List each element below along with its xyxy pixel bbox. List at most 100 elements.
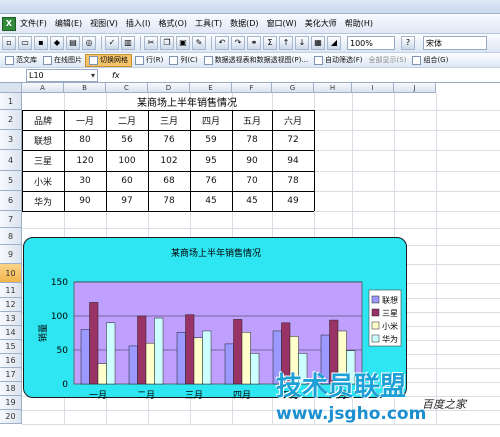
column-header[interactable]: D (148, 83, 190, 93)
table-cell[interactable]: 30 (64, 171, 106, 191)
table-header-cell[interactable]: 品牌 (22, 110, 64, 130)
menu-edit[interactable]: 编辑(E) (51, 15, 86, 33)
table-header-cell[interactable]: 五月 (232, 110, 272, 130)
table-cell[interactable]: 95 (190, 150, 232, 171)
plot-area[interactable] (73, 281, 363, 385)
table-header-cell[interactable]: 二月 (106, 110, 148, 130)
menu-window[interactable]: 窗口(W) (263, 15, 301, 33)
bar-小米[interactable] (337, 330, 347, 385)
show-all-button[interactable]: 全部显示(S) (366, 54, 410, 67)
bar-三星[interactable] (89, 302, 99, 385)
bar-小米[interactable] (193, 337, 203, 385)
table-cell[interactable]: 76 (148, 130, 190, 150)
print-icon[interactable]: ▤ (66, 36, 80, 50)
bar-华为[interactable] (154, 317, 164, 385)
worksheet-grid[interactable]: ABCDEFGHIJ 1 2 3 4 5 6 7 8 9 10 11 12 13 14 15 16 17 18 19… (0, 83, 500, 437)
row-header[interactable]: 17 (0, 368, 22, 382)
redo-icon[interactable]: ↷ (231, 36, 245, 50)
help-icon[interactable]: ? (401, 36, 415, 50)
row-header[interactable]: 19 (0, 396, 22, 410)
table-header-cell[interactable]: 一月 (64, 110, 106, 130)
sheet-title[interactable]: 某商场上半年销售情况 (22, 93, 352, 110)
new-icon[interactable]: ▫ (2, 36, 16, 50)
row-header[interactable]: 7 (0, 211, 22, 228)
row-header[interactable]: 10 (0, 264, 22, 283)
table-cell[interactable]: 78 (148, 191, 190, 211)
bar-三星[interactable] (185, 314, 195, 385)
table-cell[interactable]: 120 (64, 150, 106, 171)
row-header[interactable]: 12 (0, 298, 22, 312)
copy-icon[interactable]: ❐ (160, 36, 174, 50)
bar-华为[interactable] (298, 353, 308, 385)
table-cell[interactable]: 78 (232, 130, 272, 150)
paste-icon[interactable]: ▣ (176, 36, 190, 50)
chart-wizard-icon[interactable]: ▦ (311, 36, 325, 50)
hyperlink-icon[interactable]: ⚭ (247, 36, 261, 50)
table-cell[interactable]: 68 (148, 171, 190, 191)
autofilter-button[interactable]: 自动筛选(F) (311, 54, 366, 67)
sort-desc-icon[interactable]: ↓ (295, 36, 309, 50)
row-header[interactable]: 6 (0, 191, 22, 211)
row-header[interactable]: 2 (0, 110, 22, 130)
menu-data[interactable]: 数据(D) (226, 15, 262, 33)
row-header[interactable]: 1 (0, 93, 22, 110)
save-icon[interactable]: ▪ (34, 36, 48, 50)
menu-tools[interactable]: 工具(T) (191, 15, 226, 33)
name-box[interactable]: L10 ▾ (26, 68, 98, 82)
format-painter-icon[interactable]: ✎ (192, 36, 206, 50)
table-cell[interactable]: 72 (272, 130, 314, 150)
column-header[interactable]: H (314, 83, 352, 93)
bar-三星[interactable] (281, 322, 291, 385)
row-header[interactable]: 14 (0, 326, 22, 340)
group-button[interactable]: 组合(G) (409, 54, 451, 67)
row-header[interactable]: 8 (0, 228, 22, 245)
sort-asc-icon[interactable]: ↑ (279, 36, 293, 50)
print-preview-icon[interactable]: ◎ (82, 36, 96, 50)
bar-联想[interactable] (272, 330, 282, 385)
table-cell[interactable]: 78 (272, 171, 314, 191)
column-header[interactable]: G (272, 83, 314, 93)
bar-三星[interactable] (137, 315, 147, 385)
table-cell[interactable]: 80 (64, 130, 106, 150)
row-header[interactable]: 5 (0, 171, 22, 191)
template-library-button[interactable]: 范文库 (2, 54, 40, 67)
select-all-corner[interactable] (0, 83, 22, 93)
table-cell[interactable]: 华为 (22, 191, 64, 211)
menu-beautify[interactable]: 美化大师 (301, 15, 341, 33)
table-cell[interactable]: 90 (232, 150, 272, 171)
menu-insert[interactable]: 插入(I) (122, 15, 155, 33)
row-header[interactable]: 11 (0, 283, 22, 298)
autosum-icon[interactable]: Σ (263, 36, 277, 50)
column-header[interactable]: C (106, 83, 148, 93)
row-header[interactable]: 18 (0, 382, 22, 396)
font-select[interactable]: 宋体 (423, 36, 487, 50)
table-header-cell[interactable]: 六月 (272, 110, 314, 130)
table-cell[interactable]: 45 (190, 191, 232, 211)
bar-三星[interactable] (329, 319, 339, 385)
table-cell[interactable]: 49 (272, 191, 314, 211)
menu-format[interactable]: 格式(O) (154, 15, 191, 33)
bar-三星[interactable] (233, 319, 243, 385)
table-cell[interactable]: 97 (106, 191, 148, 211)
bar-华为[interactable] (202, 330, 212, 385)
open-icon[interactable]: ▭ (18, 36, 32, 50)
row-header[interactable]: 13 (0, 312, 22, 326)
table-cell[interactable]: 三星 (22, 150, 64, 171)
table-cell[interactable]: 100 (106, 150, 148, 171)
permission-icon[interactable]: ◆ (50, 36, 64, 50)
zoom-select[interactable]: 100% (347, 36, 395, 50)
row-header[interactable]: 20 (0, 410, 22, 424)
table-cell[interactable]: 70 (232, 171, 272, 191)
table-cell[interactable]: 94 (272, 150, 314, 171)
row-header[interactable]: 16 (0, 354, 22, 368)
table-header-cell[interactable]: 四月 (190, 110, 232, 130)
table-cell[interactable]: 102 (148, 150, 190, 171)
column-button[interactable]: 列(C) (166, 54, 200, 67)
bar-华为[interactable] (106, 322, 116, 385)
table-header-cell[interactable]: 三月 (148, 110, 190, 130)
cut-icon[interactable]: ✂ (144, 36, 158, 50)
menu-help[interactable]: 帮助(H) (341, 15, 377, 33)
column-header[interactable]: B (64, 83, 106, 93)
bar-联想[interactable] (320, 334, 330, 385)
column-header[interactable]: A (22, 83, 64, 93)
